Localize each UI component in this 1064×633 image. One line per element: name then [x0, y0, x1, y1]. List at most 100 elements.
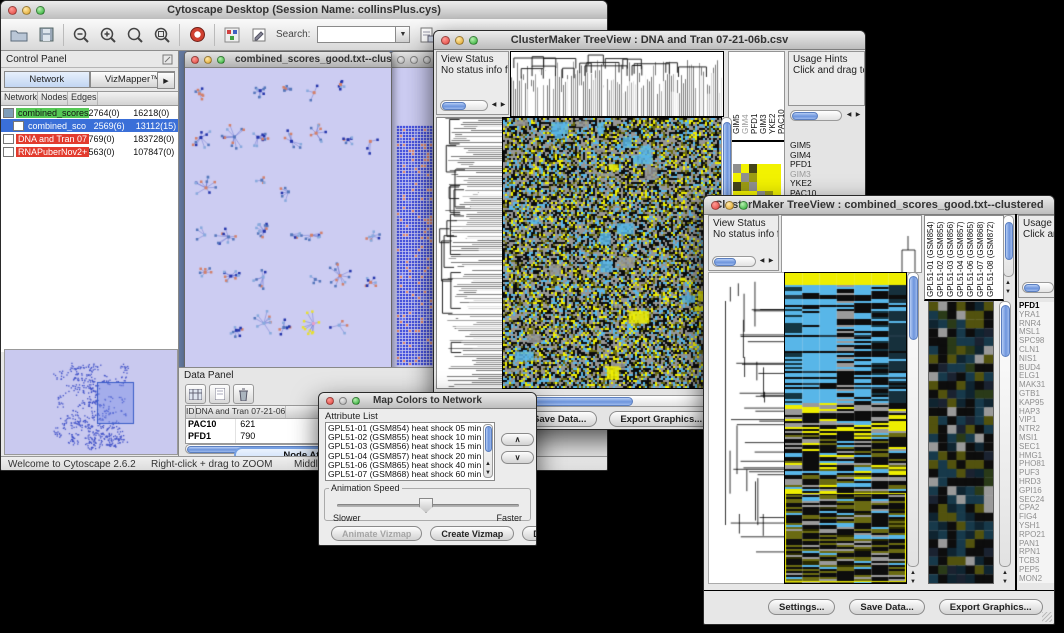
close-button[interactable]	[8, 6, 17, 15]
treeview2-global-vscrollbar[interactable]	[907, 272, 919, 567]
treeview1-action-button[interactable]: Export Graphics...	[609, 411, 713, 427]
attribute-list-item[interactable]: GPL51-07 (GSM868) heat shock 60 min	[328, 470, 492, 479]
matrix-cell[interactable]	[765, 173, 773, 182]
treeview2-row-dendrogram[interactable]	[708, 272, 785, 584]
matrix-cell[interactable]	[741, 164, 749, 173]
gene-label[interactable]: MON2	[1019, 575, 1055, 583]
column-label[interactable]: GPL51-06 (GSM865)	[967, 218, 975, 297]
scroll-thumb[interactable]	[1005, 222, 1013, 260]
scroll-thumb[interactable]	[1001, 305, 1010, 357]
matrix-cell[interactable]	[749, 173, 757, 182]
scroll-down-arrow[interactable]: ▼	[483, 470, 493, 477]
treeview1-titlebar[interactable]: ClusterMaker TreeView : DNA and Tran 07-…	[434, 31, 865, 50]
network-frame-main[interactable]: combined_scores_good.txt--cluste...	[184, 51, 392, 367]
matrix-cell[interactable]	[765, 164, 773, 173]
window-controls[interactable]	[8, 6, 45, 15]
minimize-button[interactable]	[204, 56, 212, 64]
search-dropdown-arrow[interactable]: ▼	[395, 26, 410, 43]
scroll-down-arrow[interactable]: ▼	[1000, 579, 1010, 586]
save-session-icon[interactable]	[36, 25, 56, 45]
column-label[interactable]: GIM3	[760, 56, 768, 134]
treeview2-column-dendrogram[interactable]	[781, 215, 922, 273]
main-titlebar[interactable]: Cytoscape Desktop (Session Name: collins…	[1, 1, 607, 20]
network-table-row[interactable]: combined_scores 2764(0) 16218(0)	[1, 106, 178, 119]
zoom-button[interactable]	[352, 397, 360, 405]
select-attributes-icon[interactable]	[185, 384, 206, 404]
dialog-action-button[interactable]: Animate Vizmap	[331, 526, 422, 541]
treeview2-zoom-vscrollbar[interactable]	[999, 301, 1011, 567]
column-label[interactable]: PAC10	[778, 56, 785, 134]
zoom-button[interactable]	[36, 6, 45, 15]
column-label[interactable]: GPL51-07 (GSM868)	[977, 218, 985, 297]
open-session-icon[interactable]	[9, 25, 29, 45]
column-label[interactable]: GPL51-01 (GSM854)	[927, 218, 935, 297]
network-frame-titlebar[interactable]: combined_scores_good.txt--cluste...	[185, 52, 391, 68]
column-label[interactable]: GIM5	[733, 56, 741, 134]
minimize-button[interactable]	[410, 56, 418, 64]
matrix-cell[interactable]	[733, 182, 741, 191]
column-label[interactable]: GPL51-04 (GSM857)	[957, 218, 965, 297]
attribute-list-vscrollbar[interactable]: ▲ ▼	[483, 424, 493, 478]
scroll-up-arrow[interactable]: ▲	[1003, 280, 1013, 287]
search-input[interactable]	[317, 26, 395, 43]
speed-slider-thumb[interactable]	[419, 498, 433, 513]
column-labels-vscrollbar[interactable]	[1003, 215, 1014, 277]
matrix-cell[interactable]	[733, 164, 741, 173]
scroll-right-arrow[interactable]: ▶	[498, 102, 508, 109]
scroll-right-arrow[interactable]: ▶	[853, 112, 863, 119]
matrix-cell[interactable]	[757, 173, 765, 182]
annotation-icon[interactable]	[249, 25, 269, 45]
create-attribute-icon[interactable]	[209, 384, 230, 404]
treeview2-global-heatmap[interactable]	[784, 272, 907, 584]
attribute-column-header[interactable]: ID	[186, 406, 196, 418]
minimize-button[interactable]	[725, 201, 734, 210]
view-status-hscrollbar[interactable]	[712, 256, 756, 267]
treeview2-action-button[interactable]: Settings...	[768, 599, 835, 615]
treeview1-row-dendrogram[interactable]	[436, 117, 503, 389]
minimize-button[interactable]	[455, 36, 464, 45]
scroll-thumb[interactable]	[792, 112, 818, 120]
network-view-canvas[interactable]	[185, 68, 391, 367]
scroll-thumb[interactable]	[1024, 284, 1040, 292]
column-label[interactable]: PFD1	[751, 56, 759, 134]
matrix-cell[interactable]	[773, 164, 781, 173]
help-lifering-icon[interactable]	[187, 25, 207, 45]
float-panel-icon[interactable]	[162, 54, 173, 65]
treeview2-titlebar[interactable]: ClusterMaker TreeView : combined_scores_…	[704, 196, 1054, 215]
network-table-header-cell[interactable]: Network	[1, 92, 38, 105]
minimize-button[interactable]	[22, 6, 31, 15]
column-label[interactable]: GPL51-02 (GSM855)	[937, 218, 945, 297]
treeview1-global-heatmap[interactable]	[502, 117, 722, 389]
matrix-cell[interactable]	[757, 182, 765, 191]
scroll-down-arrow[interactable]: ▼	[908, 579, 918, 586]
search-combobox[interactable]: ▼	[317, 26, 410, 43]
treeview2-action-button[interactable]: Save Data...	[849, 599, 924, 615]
close-button[interactable]	[191, 56, 199, 64]
network-table-row[interactable]: combined_sco 2569(6) 13112(15)	[1, 119, 178, 132]
matrix-cell[interactable]	[765, 182, 773, 191]
scroll-right-arrow[interactable]: ▶	[766, 258, 776, 265]
zoom-button[interactable]	[739, 201, 748, 210]
attribute-column-header[interactable]: DNA and Tran 07-21-06	[196, 406, 287, 418]
scroll-thumb[interactable]	[485, 426, 492, 452]
attribute-list[interactable]: GPL51-01 (GSM854) heat shock 05 minGPL51…	[325, 422, 495, 481]
matrix-cell[interactable]	[749, 164, 757, 173]
zoom-selected-icon[interactable]	[152, 25, 172, 45]
close-button[interactable]	[397, 56, 405, 64]
matrix-cell[interactable]	[733, 173, 741, 182]
column-label[interactable]: GPL51-03 (GSM856)	[947, 218, 955, 297]
dialog-titlebar[interactable]: Map Colors to Network	[319, 393, 536, 409]
vizmapper-icon[interactable]	[222, 25, 242, 45]
tabs-overflow-arrow[interactable]: ▶	[157, 72, 175, 89]
column-label[interactable]: YKE2	[769, 56, 777, 134]
treeview2-zoom-heatmap[interactable]	[928, 301, 994, 584]
matrix-cell[interactable]	[749, 182, 757, 191]
zoom-button[interactable]	[469, 36, 478, 45]
scroll-up-arrow[interactable]: ▲	[483, 461, 493, 468]
matrix-cell[interactable]	[757, 164, 765, 173]
move-attribute-down-button[interactable]: ∨	[501, 451, 534, 464]
column-label[interactable]: GPL51-08 (GSM872)	[987, 218, 995, 297]
zoom-fit-icon[interactable]	[125, 25, 145, 45]
zoom-out-icon[interactable]	[71, 25, 91, 45]
network-table-row[interactable]: DNA and Tran 07 769(0) 183728(0)	[1, 132, 178, 145]
